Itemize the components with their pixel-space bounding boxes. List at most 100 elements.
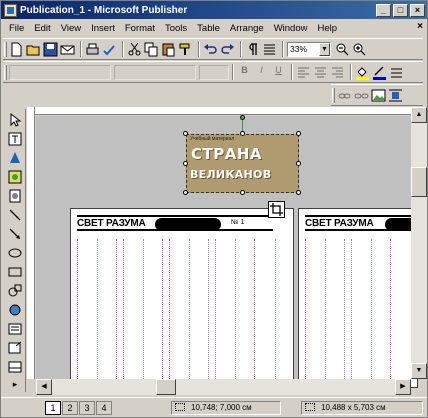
toolbar-grip[interactable] bbox=[332, 88, 335, 103]
copy-icon[interactable] bbox=[144, 42, 159, 57]
rotation-handle[interactable] bbox=[240, 115, 245, 120]
rectangle-tool-icon[interactable] bbox=[7, 264, 23, 280]
line-tool-icon[interactable] bbox=[7, 207, 23, 223]
format-painter-icon[interactable] bbox=[178, 42, 193, 57]
horizontal-scrollbar[interactable]: ◀ ▶ bbox=[36, 379, 411, 395]
mail-icon[interactable] bbox=[60, 42, 75, 57]
page-button-2[interactable]: 2 bbox=[62, 400, 78, 415]
columns-icon[interactable] bbox=[262, 42, 277, 57]
new-icon[interactable] bbox=[9, 42, 24, 57]
vertical-ruler[interactable] bbox=[27, 107, 35, 379]
publisher-app-icon[interactable] bbox=[4, 3, 17, 17]
special-characters-icon[interactable] bbox=[245, 42, 260, 57]
horizontal-ruler[interactable] bbox=[27, 107, 411, 115]
maximize-button[interactable]: □ bbox=[393, 3, 408, 17]
cut-icon[interactable] bbox=[127, 42, 142, 57]
align-right-icon[interactable] bbox=[330, 65, 345, 80]
save-icon[interactable] bbox=[43, 42, 58, 57]
fill-color-icon[interactable] bbox=[355, 65, 370, 80]
resize-handle[interactable] bbox=[183, 161, 188, 166]
horizontal-scroll-thumb[interactable] bbox=[156, 379, 176, 395]
document-close-icon[interactable]: × bbox=[417, 21, 423, 32]
page-right[interactable]: СВЕТ РАЗУМА bbox=[298, 208, 418, 388]
italic-icon[interactable]: I bbox=[254, 65, 269, 80]
picture-frame-icon[interactable] bbox=[7, 169, 23, 185]
menu-format[interactable]: Format bbox=[121, 23, 161, 34]
arrow-tool-icon[interactable] bbox=[7, 226, 23, 242]
page-button-1[interactable]: 1 bbox=[45, 400, 61, 415]
menu-help[interactable]: Help bbox=[313, 23, 343, 34]
hot-spot-icon[interactable] bbox=[7, 302, 23, 318]
font-style-combo[interactable] bbox=[9, 64, 111, 80]
minimize-button[interactable]: _ bbox=[376, 3, 391, 17]
menu-edit[interactable]: Edit bbox=[30, 23, 56, 34]
resize-handle[interactable] bbox=[296, 161, 301, 166]
resize-handle[interactable] bbox=[183, 131, 188, 136]
print-icon[interactable] bbox=[85, 42, 100, 57]
text-wrap-icon[interactable] bbox=[388, 88, 403, 103]
underline-icon[interactable]: U bbox=[271, 65, 286, 80]
bold-icon[interactable]: B bbox=[237, 65, 252, 80]
text-box-icon[interactable] bbox=[7, 131, 23, 147]
page-button-4[interactable]: 4 bbox=[96, 400, 112, 415]
scroll-left-icon[interactable]: ◀ bbox=[36, 379, 52, 395]
line-style-icon[interactable] bbox=[389, 65, 404, 80]
align-left-icon[interactable] bbox=[296, 65, 311, 80]
vertical-scrollbar[interactable]: ▲ ▼ bbox=[411, 107, 427, 379]
toolbar-grip[interactable] bbox=[4, 65, 7, 80]
resize-handle[interactable] bbox=[296, 131, 301, 136]
resize-handle[interactable] bbox=[183, 190, 188, 195]
scroll-right-icon[interactable]: ▶ bbox=[395, 379, 411, 395]
baseline-guide bbox=[235, 239, 236, 387]
select-pointer-icon[interactable] bbox=[7, 112, 23, 128]
redo-icon[interactable] bbox=[220, 42, 235, 57]
publication-canvas[interactable]: СВЕТ РАЗУМА № 1 СВЕТ РАЗУМА Учебный мате… bbox=[36, 115, 418, 388]
page-left[interactable]: СВЕТ РАЗУМА № 1 bbox=[70, 208, 294, 388]
align-center-icon[interactable] bbox=[313, 65, 328, 80]
chevron-down-icon[interactable]: ▼ bbox=[319, 42, 330, 56]
masthead-left-text: СВЕТ РАЗУМА bbox=[77, 217, 146, 229]
toolbar-more-icon[interactable]: ▸ bbox=[5, 379, 25, 395]
menu-window[interactable]: Window bbox=[270, 23, 314, 34]
paste-icon[interactable] bbox=[161, 42, 176, 57]
link-icon[interactable] bbox=[337, 88, 352, 103]
spelling-icon[interactable] bbox=[102, 42, 117, 57]
toolbar-separator bbox=[240, 41, 242, 57]
rotate-icon[interactable] bbox=[7, 150, 23, 166]
crop-tool-icon[interactable] bbox=[268, 201, 285, 218]
design-gallery-icon[interactable] bbox=[7, 359, 23, 375]
form-control-icon[interactable] bbox=[7, 321, 23, 337]
position-readout: 10,748; 7,000 см bbox=[171, 400, 281, 415]
html-fragment-icon[interactable] bbox=[7, 340, 23, 356]
logo-picture[interactable]: Учебный материал СТРАНА ВЕЛИКАНОВ bbox=[186, 134, 299, 193]
close-button[interactable]: × bbox=[410, 3, 425, 17]
resize-handle[interactable] bbox=[296, 190, 301, 195]
scroll-down-icon[interactable]: ▼ bbox=[411, 363, 427, 379]
scroll-up-icon[interactable]: ▲ bbox=[411, 107, 427, 123]
undo-icon[interactable] bbox=[203, 42, 218, 57]
font-name-combo[interactable] bbox=[114, 64, 196, 80]
masthead-right-text: СВЕТ РАЗУМА bbox=[305, 217, 374, 229]
unlink-icon[interactable] bbox=[354, 88, 369, 103]
clip-art-icon[interactable] bbox=[7, 188, 23, 204]
toolbar-grip[interactable] bbox=[4, 42, 7, 57]
menu-file[interactable]: File bbox=[5, 23, 30, 34]
autoshapes-icon[interactable] bbox=[7, 283, 23, 299]
oval-tool-icon[interactable] bbox=[7, 245, 23, 261]
menu-insert[interactable]: Insert bbox=[87, 23, 121, 34]
resize-handle[interactable] bbox=[240, 190, 245, 195]
open-icon[interactable] bbox=[26, 42, 41, 57]
menu-table[interactable]: Table bbox=[193, 23, 226, 34]
font-size-combo[interactable] bbox=[199, 64, 229, 80]
vertical-scroll-thumb[interactable] bbox=[411, 167, 427, 197]
line-color-icon[interactable] bbox=[372, 65, 387, 80]
zoom-in-icon[interactable] bbox=[352, 42, 367, 57]
picture-icon[interactable] bbox=[371, 88, 386, 103]
menu-tools[interactable]: Tools bbox=[161, 23, 193, 34]
zoom-out-icon[interactable] bbox=[335, 42, 350, 57]
zoom-combo[interactable]: 33% ▼ bbox=[287, 41, 331, 57]
menu-view[interactable]: View bbox=[57, 23, 87, 34]
page-button-3[interactable]: 3 bbox=[79, 400, 95, 415]
resize-handle[interactable] bbox=[240, 131, 245, 136]
menu-arrange[interactable]: Arrange bbox=[226, 23, 270, 34]
